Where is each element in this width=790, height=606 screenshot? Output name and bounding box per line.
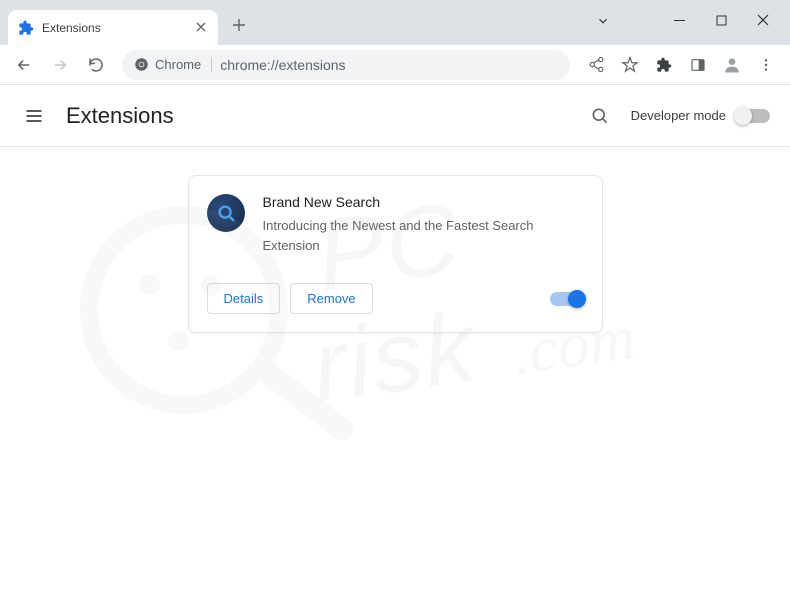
browser-toolbar: Chrome chrome://extensions [0, 45, 790, 85]
reload-button[interactable] [80, 49, 112, 81]
main-menu-button[interactable] [20, 102, 48, 130]
extension-card: Brand New Search Introducing the Newest … [188, 175, 603, 333]
window-titlebar: Extensions [0, 0, 790, 45]
details-button[interactable]: Details [207, 283, 281, 314]
bookmark-button[interactable] [614, 49, 646, 81]
puzzle-icon [18, 20, 34, 36]
remove-button[interactable]: Remove [290, 283, 372, 314]
sidepanel-button[interactable] [682, 49, 714, 81]
close-window-button[interactable] [742, 5, 784, 35]
url-text: chrome://extensions [220, 57, 345, 73]
menu-button[interactable] [750, 49, 782, 81]
extensions-list: Brand New Search Introducing the Newest … [0, 147, 790, 361]
extension-name: Brand New Search [263, 194, 584, 210]
tab-search-button[interactable] [596, 14, 610, 33]
site-chip: Chrome [134, 57, 212, 72]
share-button[interactable] [580, 49, 612, 81]
extension-description: Introducing the Newest and the Fastest S… [263, 216, 584, 255]
toggle-knob [568, 290, 586, 308]
chrome-icon [134, 57, 149, 72]
new-tab-button[interactable] [232, 16, 246, 37]
address-bar[interactable]: Chrome chrome://extensions [122, 50, 570, 80]
extension-icon [207, 194, 245, 232]
extensions-page-header: Extensions Developer mode [0, 85, 790, 147]
minimize-button[interactable] [658, 5, 700, 35]
search-extensions-button[interactable] [583, 99, 617, 133]
profile-button[interactable] [716, 49, 748, 81]
site-chip-label: Chrome [155, 57, 201, 72]
window-controls [658, 0, 784, 40]
page-title: Extensions [66, 103, 583, 129]
forward-button[interactable] [44, 49, 76, 81]
tab-title: Extensions [42, 21, 194, 35]
maximize-button[interactable] [700, 5, 742, 35]
toggle-knob [734, 107, 752, 125]
browser-tab[interactable]: Extensions [8, 10, 218, 45]
extensions-button[interactable] [648, 49, 680, 81]
extension-enable-toggle[interactable] [550, 292, 584, 306]
developer-mode-toggle[interactable] [736, 109, 770, 123]
developer-mode-label: Developer mode [631, 108, 726, 123]
back-button[interactable] [8, 49, 40, 81]
close-tab-button[interactable] [194, 17, 208, 38]
